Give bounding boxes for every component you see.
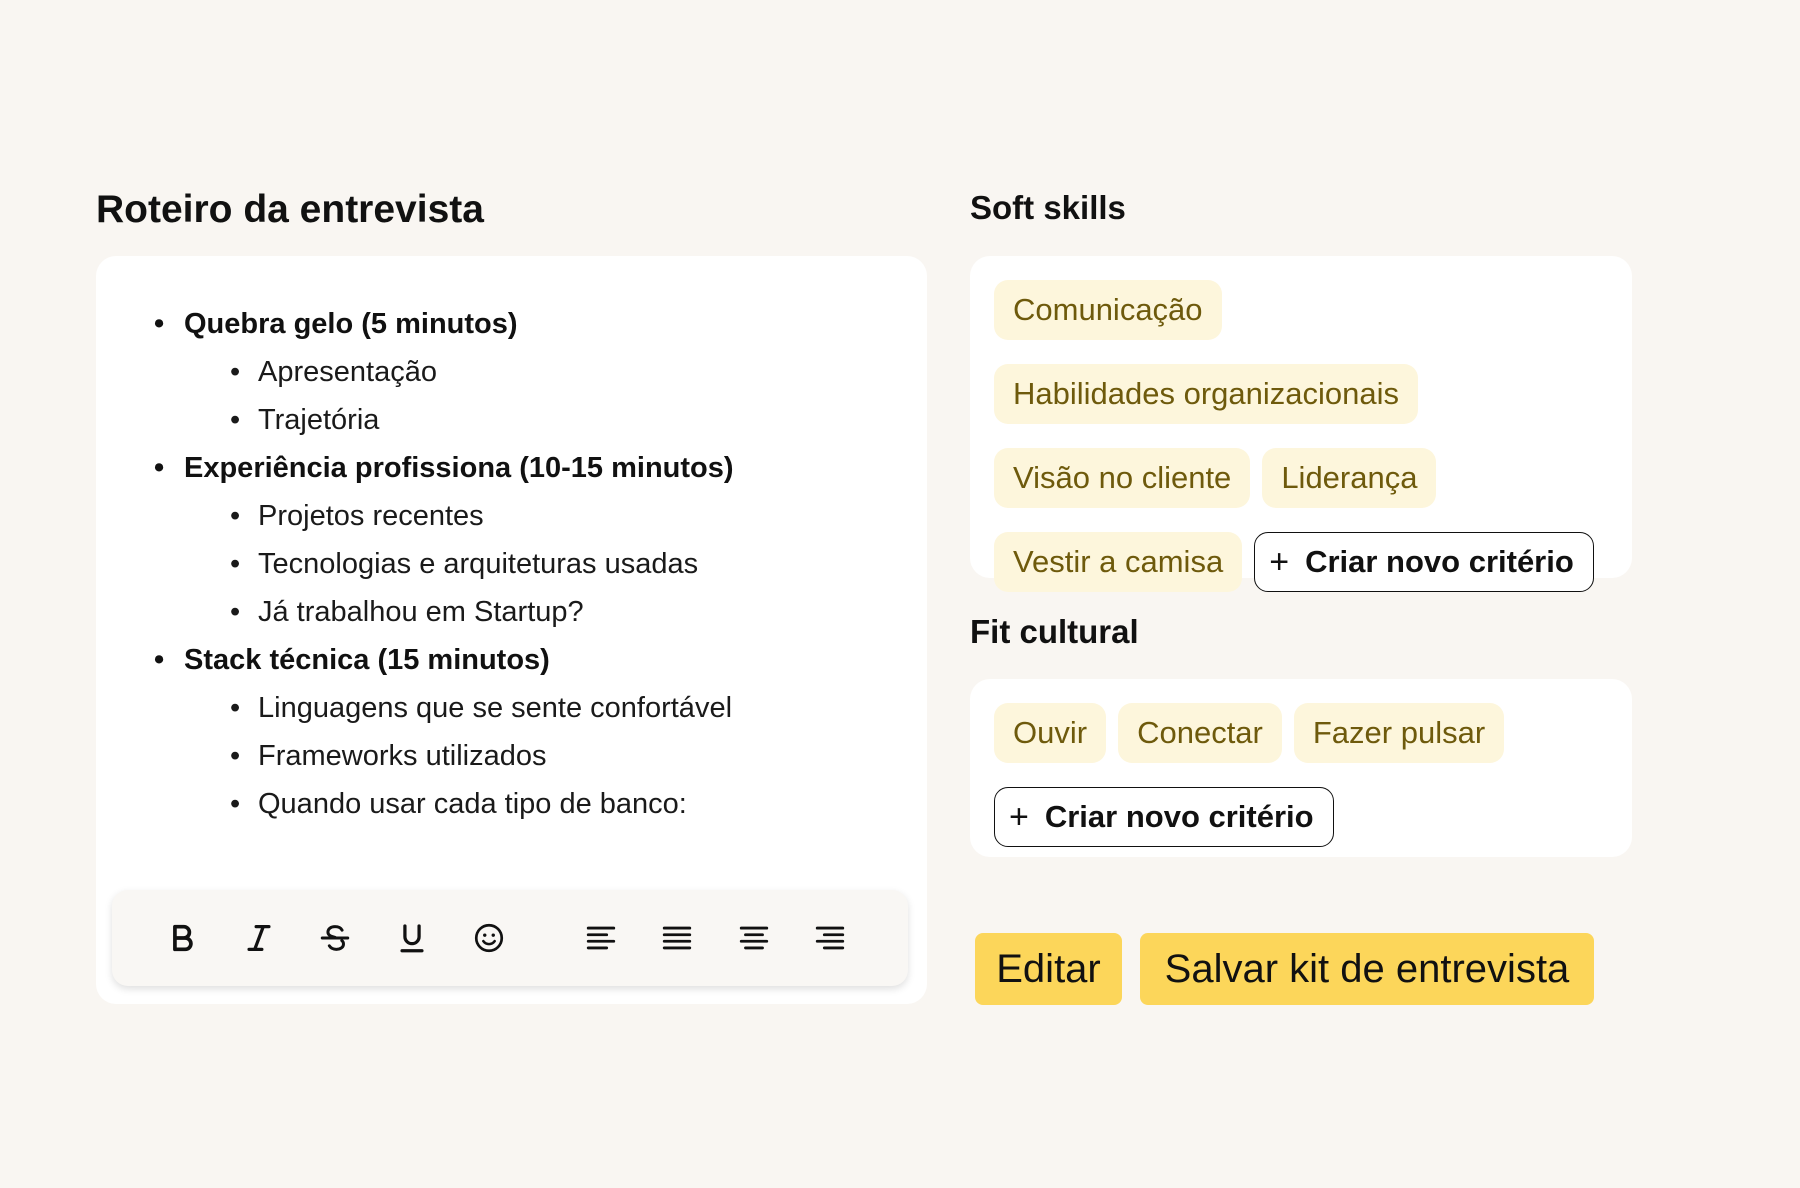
fit-cultural-chip[interactable]: Fazer pulsar bbox=[1293, 703, 1505, 763]
save-interview-kit-button[interactable]: Salvar kit de entrevista bbox=[1140, 933, 1594, 1005]
italic-icon bbox=[247, 925, 271, 951]
outline-item: Tecnologias e arquiteturas usadas bbox=[184, 540, 734, 588]
add-soft-skill-button[interactable]: + Criar novo critério bbox=[1254, 532, 1594, 592]
italic-button[interactable] bbox=[234, 913, 284, 963]
interview-script-title: Roteiro da entrevista bbox=[96, 188, 484, 231]
add-fit-cultural-label: Criar novo critério bbox=[1044, 799, 1314, 834]
outline-item: Trajetória bbox=[184, 396, 734, 444]
fit-cultural-title: Fit cultural bbox=[970, 613, 1139, 650]
outline-item-label: Já trabalhou em Startup? bbox=[258, 596, 584, 628]
outline-item-label: Apresentação bbox=[258, 356, 437, 388]
soft-skill-chip[interactable]: Visão no cliente bbox=[994, 448, 1251, 508]
edit-button[interactable]: Editar bbox=[975, 933, 1122, 1005]
align-justify-button[interactable] bbox=[652, 913, 702, 963]
fit-cultural-chip[interactable]: Conectar bbox=[1118, 703, 1282, 763]
strikethrough-button[interactable] bbox=[310, 913, 360, 963]
outline-section: Quebra gelo (5 minutos) Apresentação Tra… bbox=[154, 300, 734, 444]
outline-item: Apresentação bbox=[184, 348, 734, 396]
emoji-button[interactable] bbox=[464, 913, 514, 963]
plus-icon: + bbox=[1009, 798, 1029, 836]
outline-item-label: Quando usar cada tipo de banco: bbox=[258, 788, 687, 820]
plus-icon: + bbox=[1269, 543, 1290, 581]
soft-skill-chip[interactable]: Comunicação bbox=[994, 280, 1222, 340]
outline-item-label: Trajetória bbox=[258, 404, 380, 436]
outline-item: Frameworks utilizados bbox=[184, 732, 734, 780]
outline-item-label: Linguagens que se sente confortável bbox=[258, 692, 733, 724]
soft-skill-chip[interactable]: Habilidades organizacionais bbox=[994, 364, 1419, 424]
fit-cultural-chip[interactable]: Ouvir bbox=[994, 703, 1107, 763]
soft-skills-title: Soft skills bbox=[970, 189, 1126, 226]
outline-item-label: Projetos recentes bbox=[258, 500, 484, 532]
outline-section: Stack técnica (15 minutos) Linguagens qu… bbox=[154, 636, 734, 828]
formatting-toolbar bbox=[112, 890, 908, 986]
outline-item: Linguagens que se sente confortável bbox=[184, 684, 734, 732]
add-soft-skill-label: Criar novo critério bbox=[1305, 544, 1574, 579]
fit-cultural-chip-list: Ouvir Conectar Fazer pulsar + Criar novo… bbox=[994, 703, 1614, 847]
outline-section: Experiência profissiona (10-15 minutos) … bbox=[154, 444, 734, 636]
fit-cultural-card: Ouvir Conectar Fazer pulsar + Criar novo… bbox=[970, 679, 1632, 857]
outline-item: Quando usar cada tipo de banco: bbox=[184, 780, 734, 828]
soft-skill-chip[interactable]: Liderança bbox=[1262, 448, 1437, 508]
outline-item: Já trabalhou em Startup? bbox=[184, 588, 734, 636]
align-justify-icon bbox=[662, 926, 692, 950]
outline-section-label: Experiência profissiona (10-15 minutos) bbox=[184, 452, 734, 484]
align-left-button[interactable] bbox=[576, 913, 626, 963]
underline-icon bbox=[400, 924, 424, 953]
align-center-button[interactable] bbox=[729, 913, 779, 963]
interview-outline[interactable]: Quebra gelo (5 minutos) Apresentação Tra… bbox=[154, 300, 734, 828]
outline-item-label: Frameworks utilizados bbox=[258, 740, 547, 772]
soft-skills-card: Comunicação Habilidades organizacionais … bbox=[970, 256, 1632, 592]
underline-button[interactable] bbox=[387, 913, 437, 963]
outline-section-label: Quebra gelo (5 minutos) bbox=[184, 308, 518, 340]
interview-script-editor[interactable]: Quebra gelo (5 minutos) Apresentação Tra… bbox=[96, 256, 927, 1004]
align-right-button[interactable] bbox=[805, 913, 855, 963]
soft-skills-chip-list: Comunicação Habilidades organizacionais … bbox=[994, 280, 1614, 592]
outline-section-label: Stack técnica (15 minutos) bbox=[184, 644, 550, 676]
strikethrough-icon bbox=[320, 925, 350, 951]
soft-skill-chip[interactable]: Vestir a camisa bbox=[994, 532, 1243, 592]
outline-item: Projetos recentes bbox=[184, 492, 734, 540]
emoji-icon bbox=[474, 923, 504, 953]
bold-button[interactable] bbox=[157, 913, 207, 963]
align-left-icon bbox=[586, 926, 616, 950]
outline-item-label: Tecnologias e arquiteturas usadas bbox=[258, 548, 699, 580]
align-right-icon bbox=[815, 926, 845, 950]
align-center-icon bbox=[739, 926, 769, 950]
add-fit-cultural-button[interactable]: + Criar novo critério bbox=[994, 787, 1334, 847]
bold-icon bbox=[173, 924, 193, 952]
